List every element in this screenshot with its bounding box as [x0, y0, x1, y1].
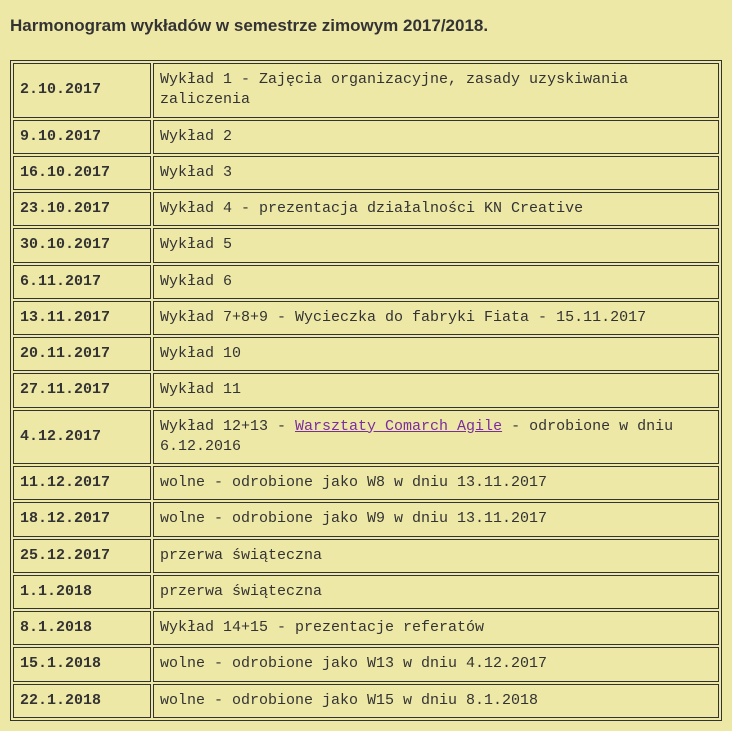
table-row: 23.10.2017 Wykład 4 - prezentacja działal… — [13, 192, 719, 226]
table-row: 27.11.2017 Wykład 11 — [13, 373, 719, 407]
table-row: 15.1.2018 wolne - odrobione jako W13 w dn… — [13, 647, 719, 681]
table-row: 13.11.2017 Wykład 7+8+9 - Wycieczka do fa… — [13, 301, 719, 335]
description-text: Wykład 1 - Zajęcia organizacyjne, zasady… — [160, 71, 628, 108]
description-text: przerwa świąteczna — [160, 547, 322, 564]
date-cell: 2.10.2017 — [13, 63, 151, 118]
table-row: 9.10.2017 Wykład 2 — [13, 120, 719, 154]
description-text: Wykład 10 — [160, 345, 241, 362]
description-cell: Wykład 2 — [153, 120, 719, 154]
table-row: 30.10.2017 Wykład 5 — [13, 228, 719, 262]
description-cell: Wykład 5 — [153, 228, 719, 262]
description-text: Wykład 12+13 - — [160, 418, 295, 435]
description-text: Wykład 5 — [160, 236, 232, 253]
description-cell: wolne - odrobione jako W13 w dniu 4.12.2… — [153, 647, 719, 681]
table-row: 6.11.2017 Wykład 6 — [13, 265, 719, 299]
description-cell: Wykład 3 — [153, 156, 719, 190]
description-text: Wykład 6 — [160, 273, 232, 290]
description-text: Wykład 7+8+9 - Wycieczka do fabryki Fiat… — [160, 309, 646, 326]
description-text: Wykład 4 - prezentacja działalności KN C… — [160, 200, 583, 217]
description-cell: wolne - odrobione jako W8 w dniu 13.11.2… — [153, 466, 719, 500]
description-text: wolne - odrobione jako W9 w dniu 13.11.2… — [160, 510, 547, 527]
description-cell: Wykład 12+13 - Warsztaty Comarch Agile -… — [153, 410, 719, 465]
description-text: Wykład 2 — [160, 128, 232, 145]
description-cell: Wykład 1 - Zajęcia organizacyjne, zasady… — [153, 63, 719, 118]
description-cell: Wykład 4 - prezentacja działalności KN C… — [153, 192, 719, 226]
schedule-table: 2.10.2017Wykład 1 - Zajęcia organizacyjn… — [10, 60, 722, 721]
description-cell: Wykład 11 — [153, 373, 719, 407]
description-text: Wykład 14+15 - prezentacje referatów — [160, 619, 484, 636]
date-cell: 9.10.2017 — [13, 120, 151, 154]
description-cell: przerwa świąteczna — [153, 539, 719, 573]
date-cell: 27.11.2017 — [13, 373, 151, 407]
description-text: Wykład 11 — [160, 381, 241, 398]
description-cell: wolne - odrobione jako W15 w dniu 8.1.20… — [153, 684, 719, 718]
date-cell: 18.12.2017 — [13, 502, 151, 536]
date-cell: 11.12.2017 — [13, 466, 151, 500]
date-cell: 30.10.2017 — [13, 228, 151, 262]
description-text: wolne - odrobione jako W13 w dniu 4.12.2… — [160, 655, 547, 672]
description-link[interactable]: Warsztaty Comarch Agile — [295, 418, 502, 435]
description-cell: Wykład 14+15 - prezentacje referatów — [153, 611, 719, 645]
date-cell: 13.11.2017 — [13, 301, 151, 335]
description-text: Wykład 3 — [160, 164, 232, 181]
description-text: przerwa świąteczna — [160, 583, 322, 600]
date-cell: 25.12.2017 — [13, 539, 151, 573]
description-text: wolne - odrobione jako W8 w dniu 13.11.2… — [160, 474, 547, 491]
date-cell: 4.12.2017 — [13, 410, 151, 465]
date-cell: 6.11.2017 — [13, 265, 151, 299]
date-cell: 23.10.2017 — [13, 192, 151, 226]
table-row: 18.12.2017 wolne - odrobione jako W9 w dn… — [13, 502, 719, 536]
description-text: wolne - odrobione jako W15 w dniu 8.1.20… — [160, 692, 538, 709]
date-cell: 15.1.2018 — [13, 647, 151, 681]
table-row: 22.1.2018 wolne - odrobione jako W15 w dn… — [13, 684, 719, 718]
table-row: 2.10.2017Wykład 1 - Zajęcia organizacyjn… — [13, 63, 719, 118]
table-row: 11.12.2017 wolne - odrobione jako W8 w dn… — [13, 466, 719, 500]
description-cell: Wykład 7+8+9 - Wycieczka do fabryki Fiat… — [153, 301, 719, 335]
table-row: 1.1.2018 przerwa świąteczna — [13, 575, 719, 609]
table-row: 16.10.2017 Wykład 3 — [13, 156, 719, 190]
table-row: 4.12.2017Wykład 12+13 - Warsztaty Comarc… — [13, 410, 719, 465]
page-title: Harmonogram wykładów w semestrze zimowym… — [10, 16, 722, 36]
date-cell: 1.1.2018 — [13, 575, 151, 609]
description-cell: Wykład 10 — [153, 337, 719, 371]
table-row: 8.1.2018 Wykład 14+15 - prezentacje refer… — [13, 611, 719, 645]
date-cell: 16.10.2017 — [13, 156, 151, 190]
description-cell: przerwa świąteczna — [153, 575, 719, 609]
date-cell: 22.1.2018 — [13, 684, 151, 718]
table-row: 20.11.2017 Wykład 10 — [13, 337, 719, 371]
table-row: 25.12.2017 przerwa świąteczna — [13, 539, 719, 573]
date-cell: 20.11.2017 — [13, 337, 151, 371]
description-cell: Wykład 6 — [153, 265, 719, 299]
date-cell: 8.1.2018 — [13, 611, 151, 645]
description-cell: wolne - odrobione jako W9 w dniu 13.11.2… — [153, 502, 719, 536]
